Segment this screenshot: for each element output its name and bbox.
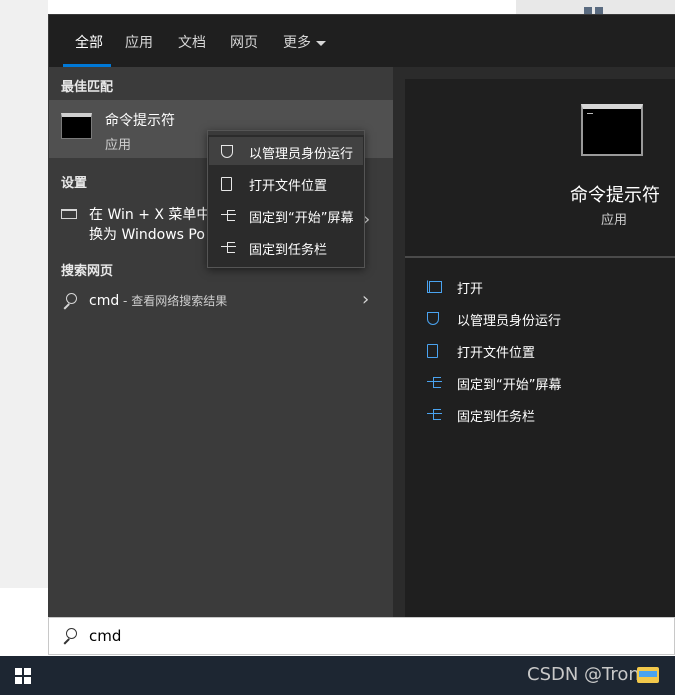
action-pin-to-taskbar-label: 固定到任务栏 xyxy=(457,410,536,425)
filter-tabs: 全部 应用 文档 网页 更多 xyxy=(49,15,675,67)
settings-result-line1: 在 Win + X 菜单中 xyxy=(89,207,211,223)
action-open-label: 打开 xyxy=(457,282,484,297)
settings-result-line2: 换为 Windows Po xyxy=(89,227,205,243)
detail-title: 命令提示符 xyxy=(570,185,660,206)
detail-subtitle: 应用 xyxy=(600,213,627,228)
context-pin-to-start-label: 固定到“开始”屏幕 xyxy=(249,211,354,226)
context-open-file-location[interactable]: 打开文件位置 xyxy=(209,169,363,197)
monitor-icon xyxy=(61,209,77,219)
context-open-file-location-label: 打开文件位置 xyxy=(249,179,328,194)
search-box[interactable]: cmd xyxy=(48,617,675,655)
chevron-down-icon xyxy=(316,40,326,46)
tab-documents[interactable]: 文档 xyxy=(178,32,206,52)
command-prompt-large-icon xyxy=(581,104,643,156)
start-menu: 全部 应用 文档 网页 更多 最佳匹配 命令提示符 应用 设置 在 Win + … xyxy=(48,14,675,618)
best-match-header: 最佳匹配 xyxy=(61,80,114,95)
web-search-item[interactable]: cmd - 查看网络搜索结果 › xyxy=(49,287,393,317)
pin-icon xyxy=(221,209,236,221)
open-icon xyxy=(427,280,442,293)
best-match-subtitle: 应用 xyxy=(105,138,132,153)
pin-icon xyxy=(221,241,236,253)
web-search-hint: - 查看网络搜索结果 xyxy=(119,294,228,308)
search-icon xyxy=(62,628,78,646)
best-match-title: 命令提示符 xyxy=(105,113,175,129)
context-pin-to-taskbar[interactable]: 固定到任务栏 xyxy=(209,233,363,261)
detail-pane: 命令提示符 应用 打开 以管理员身份运行 打开文件位置 固定到“开始”屏幕 固定… xyxy=(405,79,675,618)
desktop-background xyxy=(0,0,48,588)
web-search-query: cmd - 查看网络搜索结果 xyxy=(89,292,227,309)
search-input[interactable]: cmd xyxy=(89,627,121,645)
action-pin-to-taskbar[interactable]: 固定到任务栏 xyxy=(427,403,667,427)
action-open[interactable]: 打开 xyxy=(427,275,667,299)
tab-more[interactable]: 更多 xyxy=(283,32,326,52)
shield-icon xyxy=(221,145,233,158)
settings-header: 设置 xyxy=(61,176,88,191)
context-menu: 以管理员身份运行 打开文件位置 固定到“开始”屏幕 固定到任务栏 xyxy=(207,130,365,268)
context-menu-top-bar xyxy=(208,131,364,135)
command-prompt-icon xyxy=(61,113,92,139)
context-run-as-admin-label: 以管理员身份运行 xyxy=(249,147,354,162)
watermark-text: CSDN @Tron xyxy=(527,664,640,685)
action-run-as-admin[interactable]: 以管理员身份运行 xyxy=(427,307,667,331)
action-pin-to-start[interactable]: 固定到“开始”屏幕 xyxy=(427,371,667,395)
file-explorer-icon[interactable] xyxy=(637,667,659,683)
tab-apps[interactable]: 应用 xyxy=(125,32,153,52)
shield-icon xyxy=(427,312,439,325)
file-location-icon xyxy=(221,177,232,191)
search-icon xyxy=(62,293,78,311)
action-run-as-admin-label: 以管理员身份运行 xyxy=(457,314,562,329)
web-search-header: 搜索网页 xyxy=(61,264,114,279)
context-pin-to-taskbar-label: 固定到任务栏 xyxy=(249,243,328,258)
file-location-icon xyxy=(427,344,438,358)
tab-more-label: 更多 xyxy=(283,35,311,51)
web-search-query-text: cmd xyxy=(89,293,120,309)
desktop-app-icon xyxy=(584,0,614,15)
windows-start-button[interactable] xyxy=(15,668,31,684)
context-pin-to-start[interactable]: 固定到“开始”屏幕 xyxy=(209,201,363,229)
detail-divider xyxy=(405,256,675,258)
pin-icon xyxy=(427,408,442,420)
chevron-right-icon: › xyxy=(362,289,370,310)
action-open-file-location[interactable]: 打开文件位置 xyxy=(427,339,667,363)
pin-icon xyxy=(427,376,442,388)
tab-web[interactable]: 网页 xyxy=(230,32,258,52)
action-open-file-location-label: 打开文件位置 xyxy=(457,346,536,361)
taskbar: CSDN @Tron xyxy=(0,656,675,695)
action-pin-to-start-label: 固定到“开始”屏幕 xyxy=(457,378,562,393)
context-run-as-admin[interactable]: 以管理员身份运行 xyxy=(209,137,363,165)
tab-all[interactable]: 全部 xyxy=(75,32,103,52)
